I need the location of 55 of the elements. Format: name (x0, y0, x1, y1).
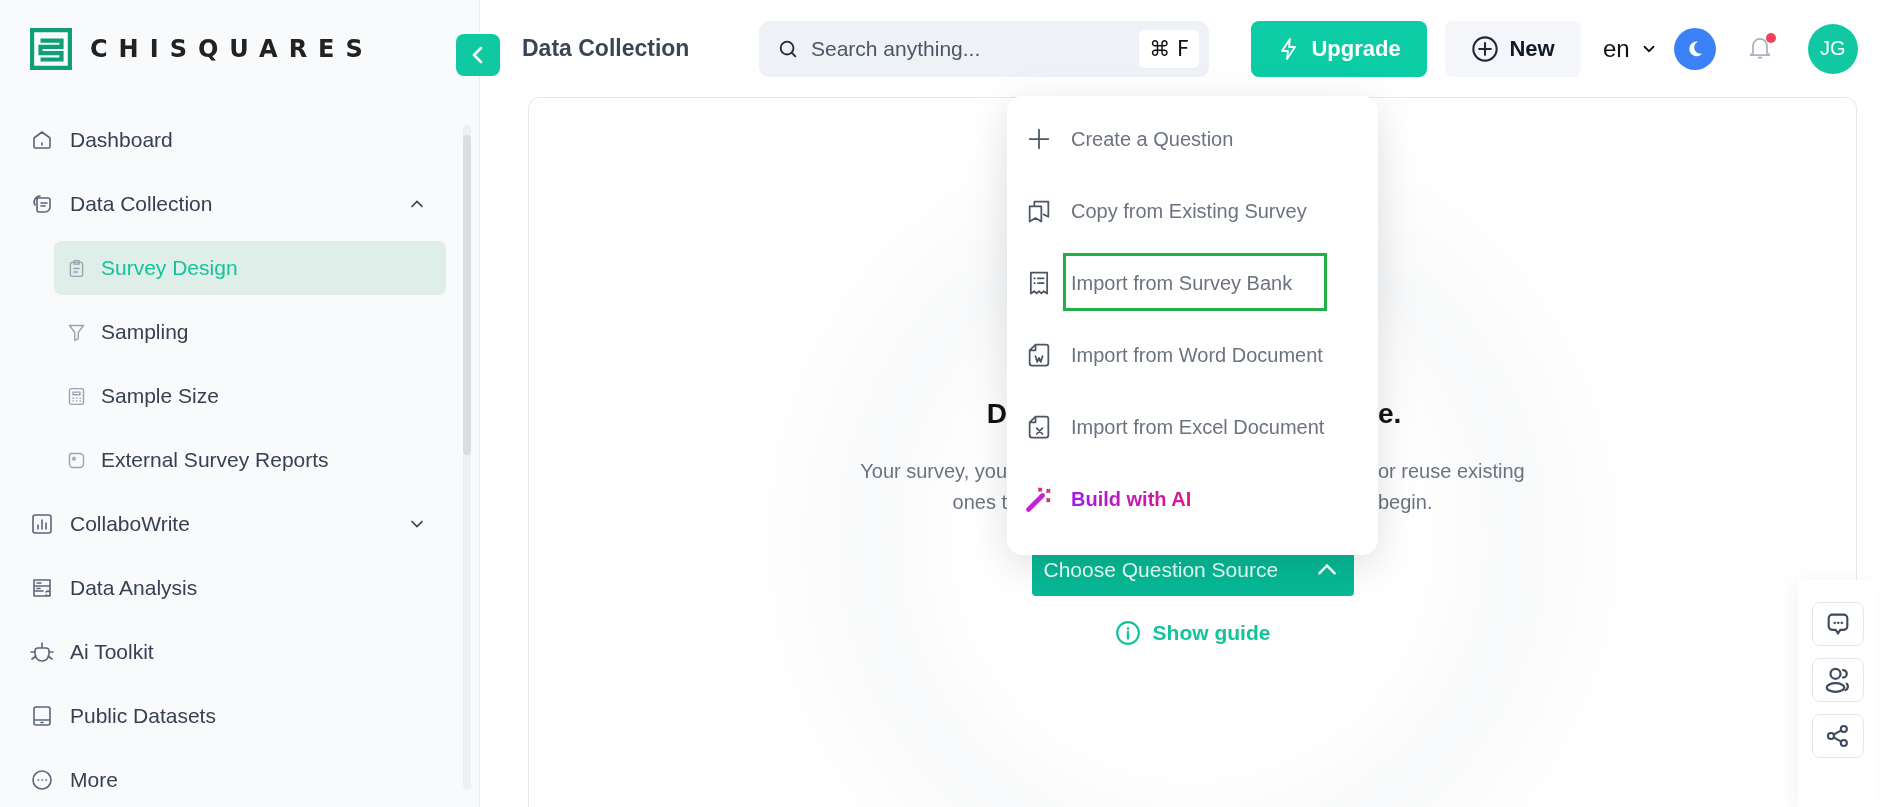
circuit-icon (30, 640, 54, 664)
info-icon (1114, 620, 1141, 646)
sidebar-label: CollaboWrite (70, 512, 190, 536)
magic-wand-icon (1025, 485, 1053, 513)
menu-item[interactable]: Import from Word Document (1007, 319, 1378, 391)
sidebar-item[interactable]: More (0, 748, 479, 807)
description-text: ones t (951, 490, 1007, 515)
home-icon (30, 128, 54, 152)
page-title: Data Collection (522, 35, 691, 62)
description-text: begin. (1378, 490, 1434, 515)
shortcut-key: ⌘ F (1139, 29, 1199, 68)
sidebar-item[interactable]: Data Analysis (0, 556, 479, 620)
sidebar-label: Sample Size (101, 384, 219, 408)
users-button[interactable] (1812, 658, 1864, 702)
server-icon (30, 576, 54, 600)
more-icon (30, 768, 54, 792)
sidebar-label: Survey Design (101, 256, 238, 280)
new-button[interactable]: New (1445, 20, 1581, 77)
menu-item[interactable]: Import from Excel Document (1007, 391, 1378, 463)
sidebar-item[interactable]: Ai Toolkit (0, 620, 479, 684)
sidebar-label: More (70, 768, 118, 792)
sidebar-item[interactable]: Public Datasets (0, 684, 479, 748)
sidebar-item[interactable]: Dashboard (0, 108, 479, 172)
theme-toggle-button[interactable] (1673, 27, 1716, 70)
comment-button[interactable] (1812, 602, 1864, 646)
menu-item[interactable]: Create a Question (1007, 103, 1378, 175)
menu-item[interactable]: Build with AI (1007, 463, 1378, 535)
menu-item[interactable]: Copy from Existing Survey (1007, 175, 1378, 247)
share-button[interactable] (1812, 714, 1864, 758)
scrollbar[interactable] (463, 125, 471, 790)
sidebar-label: Ai Toolkit (70, 640, 154, 664)
plus-circle-icon (1471, 34, 1500, 63)
calculator-icon (66, 385, 87, 407)
menu-item[interactable]: Import from Survey Bank (1007, 247, 1378, 319)
heading-text: D (985, 398, 1007, 430)
sidebar-item[interactable]: Data Collection (0, 172, 479, 236)
sidebar-label: Data Collection (70, 192, 213, 216)
logo-icon (30, 27, 72, 70)
chat-bubble-icon (30, 192, 54, 216)
heading-text: e. (1378, 398, 1403, 430)
sidebar-label: Sampling (101, 320, 189, 344)
sidebar-label: Dashboard (70, 128, 173, 152)
description-text: Your survey, you (859, 459, 1007, 484)
description-text: or reuse existing (1378, 459, 1526, 484)
sidebar-subitem[interactable]: External Survey Reports (54, 433, 446, 487)
sidebar-label: Public Datasets (70, 704, 216, 728)
sidebar-label: Data Analysis (70, 576, 198, 600)
language-select[interactable]: en (1597, 34, 1664, 63)
sidebar-subitem[interactable]: Sampling (54, 305, 446, 359)
sidebar-label: External Survey Reports (101, 448, 329, 472)
tablet-icon (30, 704, 54, 728)
logo-text: CHISQUARES (90, 34, 374, 63)
sidebar-item[interactable]: CollaboWrite (0, 492, 479, 556)
bar-chart-icon (30, 512, 54, 536)
sidebar-subitem[interactable]: Sample Size (54, 369, 446, 423)
